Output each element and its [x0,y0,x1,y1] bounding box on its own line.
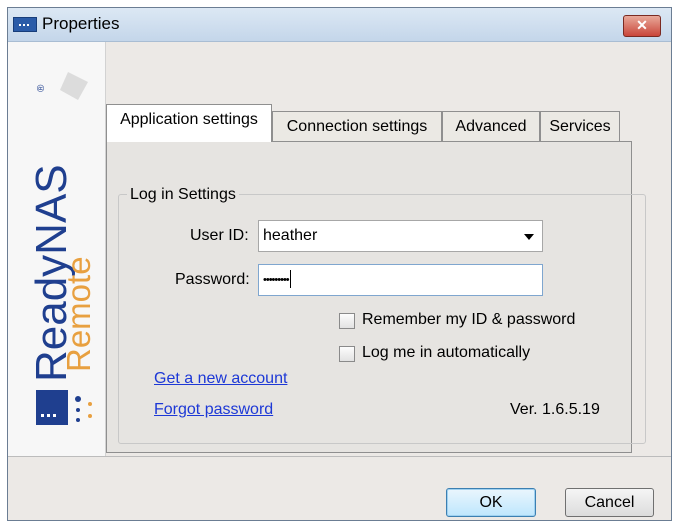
footer-divider [8,456,671,457]
auto-login-label[interactable]: Log me in automatically [362,344,530,362]
new-account-link[interactable]: Get a new account [154,370,287,388]
registered-mark: ® [36,84,47,92]
readynas-logo: ReadyNAS Remote ® [27,72,97,425]
nas-device-icon [36,390,68,425]
signal-dot-icon [75,396,81,402]
password-label: Password: [175,271,250,288]
login-settings-group: Log in Settings User ID: heather Passwor… [118,186,658,444]
auto-login-checkbox[interactable] [339,346,355,362]
title-bar[interactable]: Properties ✕ [8,8,671,42]
chevron-down-icon[interactable] [524,234,534,240]
tab-application-settings[interactable]: Application settings [106,104,272,142]
tab-services[interactable]: Services [540,111,620,142]
app-icon [13,17,37,32]
tab-connection-settings[interactable]: Connection settings [272,111,442,142]
remember-checkbox[interactable] [339,313,355,329]
text-cursor [289,270,291,288]
forgot-password-link[interactable]: Forgot password [154,401,273,419]
group-title: Log in Settings [127,186,239,204]
password-field[interactable]: ••••••••• [258,264,543,296]
remember-label[interactable]: Remember my ID & password [362,311,575,329]
brand-product: Remote [60,256,97,372]
decor-shape-icon [60,72,88,100]
tab-advanced[interactable]: Advanced [442,111,540,142]
version-label: Ver. 1.6.5.19 [510,401,600,418]
user-id-dropdown[interactable]: heather [258,220,543,252]
cancel-button[interactable]: Cancel [565,488,654,517]
ok-button[interactable]: OK [446,488,536,517]
password-value: ••••••••• [263,274,290,286]
window-title: Properties [42,14,120,33]
close-button[interactable]: ✕ [623,15,661,37]
properties-window: Properties ✕ ReadyNAS Remote ® Applicati… [7,7,672,521]
user-id-value: heather [263,227,318,244]
brand-sidebar: ReadyNAS Remote ® [8,42,106,456]
user-id-label: User ID: [190,227,249,244]
